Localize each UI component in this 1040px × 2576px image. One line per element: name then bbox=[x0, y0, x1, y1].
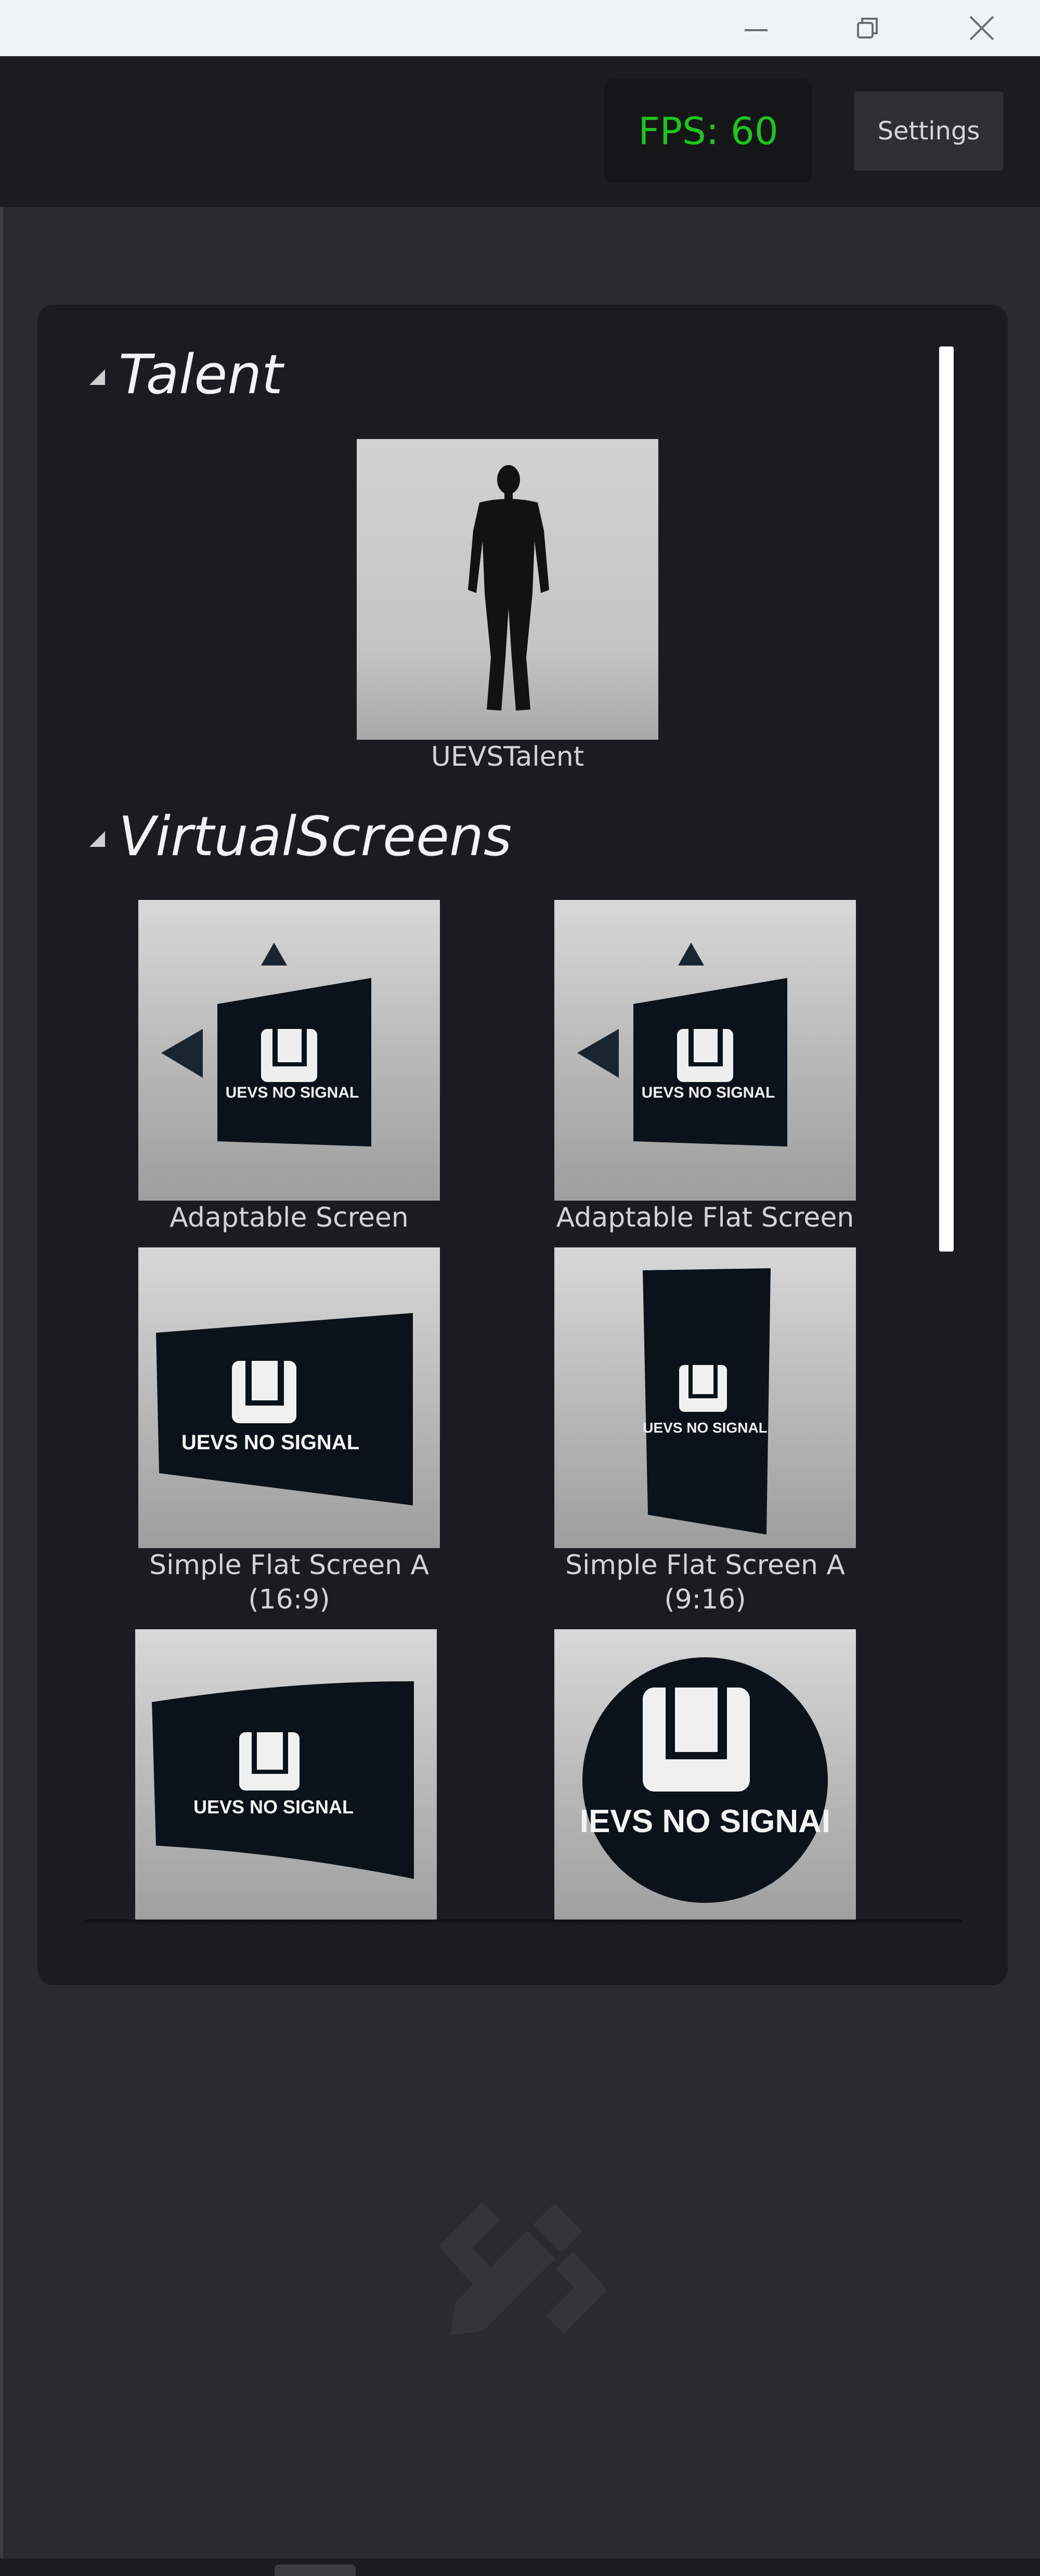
asset-thumbnail: UEVS NO SIGNAL bbox=[135, 1629, 437, 1930]
asset-label: UEVSTalent bbox=[431, 741, 584, 772]
svg-text:UEVS NO SIGNAL: UEVS NO SIGNAL bbox=[642, 1084, 775, 1101]
close-icon bbox=[969, 16, 994, 41]
svg-text:UEVS NO SIGNAL: UEVS NO SIGNAL bbox=[193, 1796, 354, 1818]
close-button[interactable] bbox=[945, 7, 1018, 49]
taskbar-edge bbox=[0, 2558, 1040, 2576]
person-silhouette-icon bbox=[357, 439, 658, 740]
svg-text:IEVS NO SIGNAI: IEVS NO SIGNAI bbox=[580, 1804, 830, 1839]
asset-thumbnail: UEVS NO SIGNAL bbox=[138, 900, 440, 1201]
asset-thumbnail: UEVS NO SIGNAL bbox=[554, 1247, 856, 1548]
taskbar-item[interactable] bbox=[275, 2565, 356, 2576]
asset-label: Adaptable Screen bbox=[170, 1202, 409, 1233]
collapse-triangle-icon[interactable] bbox=[89, 831, 105, 847]
asset-tile[interactable]: IEVS NO SIGNAI bbox=[554, 1629, 856, 1930]
asset-thumbnail: IEVS NO SIGNAI bbox=[554, 1629, 856, 1930]
left-edge-divider bbox=[0, 207, 3, 2558]
svg-text:UEVS NO SIGNAL: UEVS NO SIGNAL bbox=[226, 1084, 359, 1101]
asset-thumbnail: UEVS NO SIGNAL bbox=[138, 1247, 440, 1548]
asset-label: Adaptable Flat Screen bbox=[556, 1202, 854, 1233]
section-title: VirtualScreens bbox=[119, 805, 512, 868]
settings-button[interactable]: Settings bbox=[854, 92, 1004, 171]
fps-counter: FPS: 60 bbox=[604, 79, 812, 183]
asset-tile[interactable]: UEVSTalent bbox=[357, 439, 658, 774]
svg-text:UEVS NO SIGNAL: UEVS NO SIGNAL bbox=[643, 1420, 768, 1436]
asset-tile[interactable]: UEVS NO SIGNAL Adaptable Screen bbox=[138, 900, 440, 1235]
restore-icon bbox=[857, 18, 878, 38]
vertical-scrollbar[interactable] bbox=[939, 346, 954, 1252]
asset-tile[interactable]: UEVS NO SIGNAL Simple Flat Screen A (9:1… bbox=[554, 1247, 856, 1617]
window-titlebar bbox=[0, 0, 1040, 56]
asset-label: Simple Flat Screen A (9:16) bbox=[565, 1550, 846, 1615]
asset-tile[interactable]: UEVS NO SIGNAL bbox=[135, 1629, 437, 1930]
minimize-button[interactable] bbox=[720, 7, 792, 49]
scroll-shadow bbox=[84, 1920, 963, 1925]
svg-text:UEVS NO SIGNAL: UEVS NO SIGNAL bbox=[181, 1431, 359, 1454]
collapse-triangle-icon[interactable] bbox=[89, 369, 105, 385]
section-header-talent[interactable]: Talent bbox=[89, 347, 283, 402]
section-header-virtualscreens[interactable]: VirtualScreens bbox=[89, 809, 512, 864]
panel-footer bbox=[37, 1922, 1008, 1985]
asset-label: Simple Flat Screen A (16:9) bbox=[149, 1550, 430, 1615]
restore-button[interactable] bbox=[831, 7, 904, 49]
section-title: Talent bbox=[119, 343, 283, 406]
asset-thumbnail: UEVS NO SIGNAL bbox=[554, 900, 856, 1201]
asset-tile[interactable]: UEVS NO SIGNAL Simple Flat Screen A (16:… bbox=[138, 1247, 440, 1617]
asset-browser-panel: Talent UEVSTalent VirtualScreens UEVS NO… bbox=[37, 305, 1008, 1985]
asset-thumbnail bbox=[357, 439, 658, 740]
asset-tile[interactable]: UEVS NO SIGNAL Adaptable Flat Screen bbox=[554, 900, 856, 1235]
minimize-icon bbox=[745, 29, 768, 31]
pencil-brackets-logo-icon bbox=[439, 2203, 607, 2336]
